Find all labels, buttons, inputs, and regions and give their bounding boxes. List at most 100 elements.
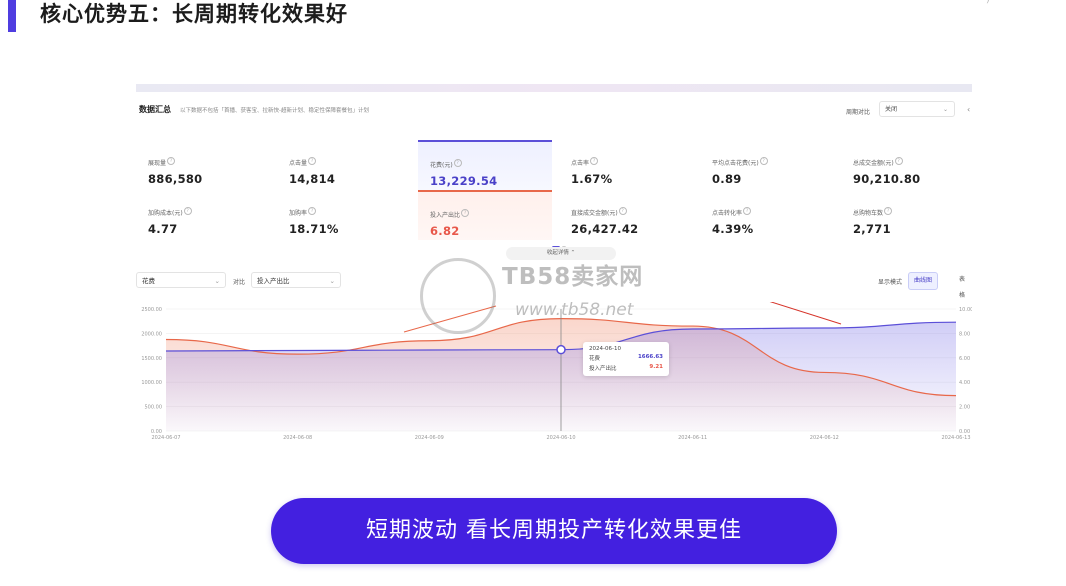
- metric-label-row: 投入产出比?: [430, 202, 552, 221]
- metric-label-row: 平均点击花费(元)?: [712, 150, 834, 169]
- help-icon[interactable]: ?: [453, 158, 462, 167]
- y-left-tick-label: 500.00: [145, 405, 163, 411]
- panel-note: 以下数据不包括「首播、获客宝、拉新快-超新计划、稳定性保障套餐包」计划: [180, 108, 369, 114]
- metric-card[interactable]: 投入产出比? 6.82: [418, 190, 552, 240]
- metric-value: 90,210.80: [853, 172, 921, 186]
- help-icon[interactable]: ?: [167, 156, 176, 165]
- metric-card[interactable]: 直接成交金额(元)? 26,427.42: [559, 190, 693, 240]
- corner-mark: ): [986, 0, 990, 5]
- x-tick-label: 2024-06-12: [810, 435, 839, 441]
- metric-card[interactable]: 点击量? 14,814: [277, 140, 411, 190]
- metric-label-row: 展现量?: [148, 150, 270, 169]
- chevron-left-icon[interactable]: ‹: [967, 105, 970, 114]
- help-icon[interactable]: ?: [308, 206, 317, 215]
- metric-card[interactable]: 平均点击花费(元)? 0.89: [700, 140, 834, 190]
- metric-card[interactable]: 点击率? 1.67%: [559, 140, 693, 190]
- metric-card[interactable]: 展现量? 886,580: [136, 140, 270, 190]
- period-compare-label: 周期对比: [846, 109, 871, 116]
- metric-label-row: 花费(元)?: [430, 152, 552, 171]
- x-tick-label: 2024-06-08: [283, 435, 312, 441]
- cta-banner: 短期波动 看长周期投产转化效果更佳: [271, 498, 837, 564]
- metric-value: 4.77: [148, 222, 178, 236]
- metric-label: 直接成交金额(元): [571, 210, 618, 217]
- chevron-down-icon: ⌄: [329, 277, 335, 285]
- y-right-tick-label: 4.00: [959, 380, 970, 386]
- metric-card[interactable]: 总购物车数? 2,771: [841, 190, 972, 240]
- help-icon[interactable]: ?: [183, 206, 192, 215]
- metric-label: 点击率: [571, 160, 590, 167]
- watermark-logo: [420, 258, 496, 334]
- x-tick-label: 2024-06-13: [941, 435, 970, 441]
- metric-a-select[interactable]: 花费 ⌄: [136, 272, 226, 288]
- metric-value: 13,229.54: [430, 174, 498, 188]
- metric-value: 26,427.42: [571, 222, 639, 236]
- hover-point: [556, 344, 566, 355]
- metric-label: 投入产出比: [430, 212, 461, 219]
- title-accent-bar: [8, 0, 16, 32]
- metric-label-row: 总购物车数?: [853, 200, 972, 219]
- top-strip: [136, 84, 972, 92]
- metric-value: 4.39%: [712, 222, 754, 236]
- tooltip-b-value: 9.21: [649, 364, 663, 370]
- metric-value: 18.71%: [289, 222, 339, 236]
- metric-label-row: 点击转化率?: [712, 200, 834, 219]
- metric-label: 加购率: [289, 210, 308, 217]
- y-right-tick-label: 6.00: [959, 356, 970, 362]
- chevron-down-icon: ⌄: [214, 277, 220, 285]
- metric-label: 总购物车数: [853, 210, 884, 217]
- x-tick-label: 2024-06-07: [151, 435, 180, 441]
- metric-card[interactable]: 加购率? 18.71%: [277, 190, 411, 240]
- metric-value: 886,580: [148, 172, 203, 186]
- trend-chart: 0.00500.001000.001500.002000.002500.000.…: [141, 302, 972, 441]
- metric-card[interactable]: 加购成本(元)? 4.77: [136, 190, 270, 240]
- tooltip-b-label: 投入产出比: [589, 366, 617, 372]
- watermark-text: TB58卖家网: [502, 264, 644, 290]
- tooltip-a-label: 花费: [589, 356, 601, 362]
- metric-card[interactable]: 花费(元)? 13,229.54: [418, 140, 552, 190]
- metric-label-row: 点击率?: [571, 150, 693, 169]
- tooltip-date: 2024-06-10: [589, 346, 621, 352]
- metric-label-row: 加购成本(元)?: [148, 200, 270, 219]
- help-icon[interactable]: ?: [759, 156, 768, 165]
- help-icon[interactable]: ?: [884, 206, 893, 215]
- metric-card[interactable]: 点击转化率? 4.39%: [700, 190, 834, 240]
- metric-label: 展现量: [148, 160, 167, 167]
- y-left-tick-label: 1500.00: [141, 356, 162, 362]
- annotation-arrow: [769, 302, 842, 325]
- panel-title: 数据汇总: [139, 105, 171, 114]
- help-icon[interactable]: ?: [743, 206, 752, 215]
- y-right-tick-label: 2.00: [959, 405, 970, 411]
- help-icon[interactable]: ?: [308, 156, 317, 165]
- metric-label: 平均点击花费(元): [712, 160, 759, 167]
- mode-chart-button[interactable]: 曲线图: [908, 272, 939, 290]
- help-icon[interactable]: ?: [894, 156, 903, 165]
- metric-label: 加购成本(元): [148, 210, 183, 217]
- display-mode-label: 显示模式: [878, 279, 903, 286]
- metric-b-value: 投入产出比: [257, 277, 290, 285]
- metric-card[interactable]: 总成交金额(元)? 90,210.80: [841, 140, 972, 190]
- metric-b-select[interactable]: 投入产出比 ⌄: [251, 272, 341, 288]
- y-left-tick-label: 1000.00: [141, 380, 162, 386]
- metric-a-value: 花费: [142, 277, 155, 285]
- metric-label-row: 点击量?: [289, 150, 411, 169]
- metric-value: 6.82: [430, 224, 460, 238]
- watermark-url: www.tb58.net: [515, 300, 634, 320]
- x-tick-label: 2024-06-11: [678, 435, 707, 441]
- y-right-tick-label: 8.00: [959, 331, 970, 337]
- metric-value: 14,814: [289, 172, 336, 186]
- help-icon[interactable]: ?: [618, 206, 627, 215]
- collapse-label: 收起详情: [546, 250, 569, 256]
- y-right-tick-label: 10.00: [959, 307, 972, 313]
- metric-label: 点击转化率: [712, 210, 743, 217]
- metric-value: 1.67%: [571, 172, 613, 186]
- metric-label-row: 总成交金额(元)?: [853, 150, 972, 169]
- chevron-down-icon: ⌄: [942, 106, 948, 113]
- metric-label-row: 直接成交金额(元)?: [571, 200, 693, 219]
- y-left-tick-label: 2500.00: [141, 307, 162, 313]
- y-left-tick-label: 2000.00: [141, 331, 162, 337]
- tooltip-a-value: 1666.63: [637, 354, 663, 360]
- period-compare-select[interactable]: 关闭 ⌄: [879, 101, 955, 117]
- help-icon[interactable]: ?: [590, 156, 599, 165]
- help-icon[interactable]: ?: [461, 208, 470, 217]
- mode-table-button[interactable]: 表格: [954, 272, 972, 299]
